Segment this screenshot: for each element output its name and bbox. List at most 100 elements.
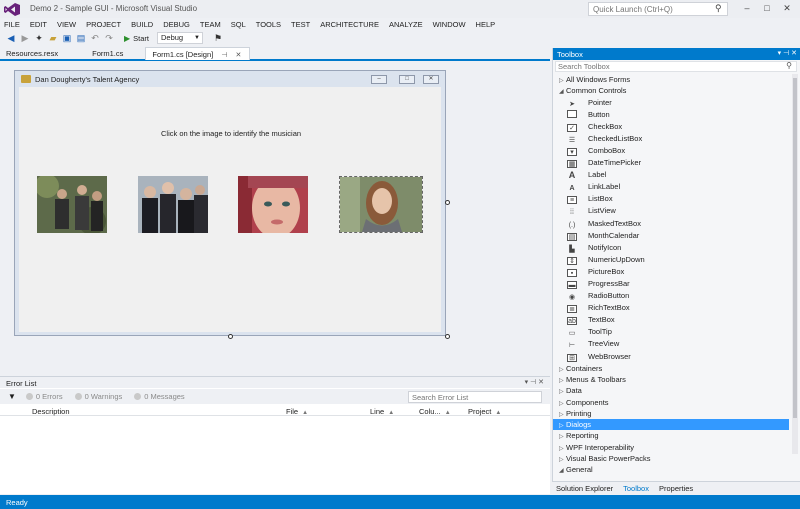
- menu-view[interactable]: VIEW: [57, 20, 76, 29]
- close-button[interactable]: ✕: [778, 2, 796, 14]
- menu-edit[interactable]: EDIT: [30, 20, 47, 29]
- tool-listbox[interactable]: ≡ ListBox: [553, 193, 789, 205]
- tool-numericupdown[interactable]: ⇕ NumericUpDown: [553, 254, 789, 266]
- menu-test[interactable]: TEST: [291, 20, 310, 29]
- warnings-filter[interactable]: 0 Warnings: [74, 392, 122, 401]
- redo-icon[interactable]: ↷: [104, 33, 114, 43]
- tab-form1-design[interactable]: Form1.cs [Design] ⊣ ✕: [145, 47, 251, 60]
- navigate-back-icon[interactable]: ◀: [6, 33, 16, 43]
- minimize-button[interactable]: –: [738, 2, 756, 14]
- tool-label[interactable]: A Label: [553, 169, 789, 181]
- column-project[interactable]: Project ▲: [468, 407, 501, 416]
- tool-linklabel[interactable]: A LinkLabel: [553, 181, 789, 193]
- close-icon[interactable]: ✕: [236, 52, 242, 59]
- search-icon[interactable]: ⚲: [715, 3, 722, 14]
- save-all-icon[interactable]: ▤: [76, 33, 86, 43]
- menu-analyze[interactable]: ANALYZE: [389, 20, 423, 29]
- form-close-icon: ✕: [423, 75, 439, 84]
- column-column[interactable]: Colu... ▲: [419, 407, 451, 416]
- menu-build[interactable]: BUILD: [131, 20, 153, 29]
- solution-configuration-dropdown[interactable]: Debug ▼: [157, 32, 203, 44]
- group-common-controls[interactable]: ◢ Common Controls: [553, 85, 789, 96]
- tab-solution-explorer[interactable]: Solution Explorer: [556, 484, 613, 493]
- new-project-icon[interactable]: ✦: [34, 33, 44, 43]
- tool-webbrowser[interactable]: ⊞ WebBrowser: [553, 351, 789, 363]
- tab-resources-resx[interactable]: Resources.resx: [0, 47, 66, 60]
- tab-toolbox[interactable]: Toolbox: [623, 484, 649, 493]
- save-icon[interactable]: ▣: [62, 33, 72, 43]
- group-menus-toolbars[interactable]: ▷ Menus & Toolbars: [553, 374, 789, 385]
- group-all-windows-forms[interactable]: ▷ All Windows Forms: [553, 74, 789, 85]
- filter-icon[interactable]: ▼: [8, 392, 16, 401]
- tool-checkbox[interactable]: ✓ CheckBox: [553, 121, 789, 133]
- errors-filter[interactable]: 0 Errors: [25, 392, 63, 401]
- tool-notifyicon[interactable]: ▙ NotifyIcon: [553, 242, 789, 254]
- picture-box-1[interactable]: [37, 176, 107, 233]
- tool-maskedtextbox[interactable]: (.) MaskedTextBox: [553, 218, 789, 230]
- group-data[interactable]: ▷ Data: [553, 385, 789, 396]
- undo-icon[interactable]: ↶: [90, 33, 100, 43]
- find-in-files-icon[interactable]: ⚑: [213, 33, 223, 43]
- tab-properties[interactable]: Properties: [659, 484, 693, 493]
- resize-handle-right[interactable]: [445, 200, 450, 205]
- tool-button[interactable]: Button: [553, 109, 789, 121]
- search-icon[interactable]: ⚲: [786, 61, 792, 70]
- picture-box-4[interactable]: [339, 176, 423, 233]
- column-file[interactable]: File ▲: [286, 407, 308, 416]
- tool-combobox[interactable]: ▾ ComboBox: [553, 145, 789, 157]
- resize-handle-bottom[interactable]: [228, 334, 233, 339]
- tool-pointer[interactable]: ➤ Pointer: [553, 97, 789, 109]
- picture-box-2[interactable]: [138, 176, 208, 233]
- scrollbar-thumb[interactable]: [793, 78, 797, 418]
- menu-sql[interactable]: SQL: [231, 20, 246, 29]
- panel-controls[interactable]: ▾ ⊣ ✕: [525, 378, 544, 386]
- messages-filter[interactable]: 0 Messages: [134, 392, 185, 401]
- error-list-search-input[interactable]: [408, 391, 542, 403]
- group-reporting[interactable]: ▷ Reporting: [553, 430, 789, 441]
- status-bar: Ready: [0, 495, 800, 509]
- toolbox-search-input[interactable]: [555, 61, 797, 72]
- form-window[interactable]: Dan Dougherty's Talent Agency – □ ✕ Clic…: [14, 70, 446, 336]
- panel-controls[interactable]: ▾ ⊣ ✕: [778, 49, 797, 57]
- menu-help[interactable]: HELP: [476, 20, 496, 29]
- tool-progressbar[interactable]: ▬ ProgressBar: [553, 278, 789, 290]
- column-description[interactable]: Description: [32, 407, 70, 416]
- tool-treeview[interactable]: ⊢ TreeView: [553, 338, 789, 350]
- toolbox-scrollbar[interactable]: [792, 74, 798, 454]
- navigate-forward-icon[interactable]: ▶: [20, 33, 30, 43]
- group-vb-powerpacks[interactable]: ▷ Visual Basic PowerPacks: [553, 453, 789, 464]
- tool-datetimepicker[interactable]: ▦ DateTimePicker: [553, 157, 789, 169]
- instruction-label[interactable]: Click on the image to identify the music…: [161, 129, 301, 138]
- menu-file[interactable]: FILE: [4, 20, 20, 29]
- open-file-icon[interactable]: ▰: [48, 33, 58, 43]
- tool-tooltip[interactable]: ▭ ToolTip: [553, 326, 789, 338]
- tab-form1-cs[interactable]: Form1.cs: [86, 47, 131, 60]
- tool-picturebox[interactable]: ▪ PictureBox: [553, 266, 789, 278]
- tool-richtextbox[interactable]: ≣ RichTextBox: [553, 302, 789, 314]
- picture-box-3[interactable]: [238, 176, 308, 233]
- maximize-button[interactable]: □: [758, 2, 776, 14]
- pin-icon[interactable]: ⊣: [221, 52, 227, 59]
- tool-textbox[interactable]: ab TextBox: [553, 314, 789, 326]
- form-client-area[interactable]: Click on the image to identify the music…: [19, 87, 441, 332]
- menu-project[interactable]: PROJECT: [86, 20, 121, 29]
- menu-debug[interactable]: DEBUG: [163, 20, 190, 29]
- group-wpf-interoperability[interactable]: ▷ WPF Interoperability: [553, 442, 789, 453]
- group-containers[interactable]: ▷ Containers: [553, 363, 789, 374]
- group-components[interactable]: ▷ Components: [553, 397, 789, 408]
- tool-monthcalendar[interactable]: ▤ MonthCalendar: [553, 230, 789, 242]
- group-general[interactable]: ◢ General: [553, 464, 789, 475]
- tool-radiobutton[interactable]: ◉ RadioButton: [553, 290, 789, 302]
- resize-handle-corner[interactable]: [445, 334, 450, 339]
- menu-team[interactable]: TEAM: [200, 20, 221, 29]
- menu-window[interactable]: WINDOW: [433, 20, 466, 29]
- menu-architecture[interactable]: ARCHITECTURE: [320, 20, 379, 29]
- tool-checkedlistbox[interactable]: ☰ CheckedListBox: [553, 133, 789, 145]
- menu-tools[interactable]: TOOLS: [256, 20, 281, 29]
- group-dialogs[interactable]: ▷ Dialogs: [553, 419, 789, 431]
- start-debugging-button[interactable]: ▶ Start: [124, 34, 149, 43]
- tool-listview[interactable]: ⁞⁞ ListView: [553, 205, 789, 217]
- quick-launch-input[interactable]: [588, 2, 728, 16]
- column-line[interactable]: Line ▲: [370, 407, 394, 416]
- group-printing[interactable]: ▷ Printing: [553, 408, 789, 419]
